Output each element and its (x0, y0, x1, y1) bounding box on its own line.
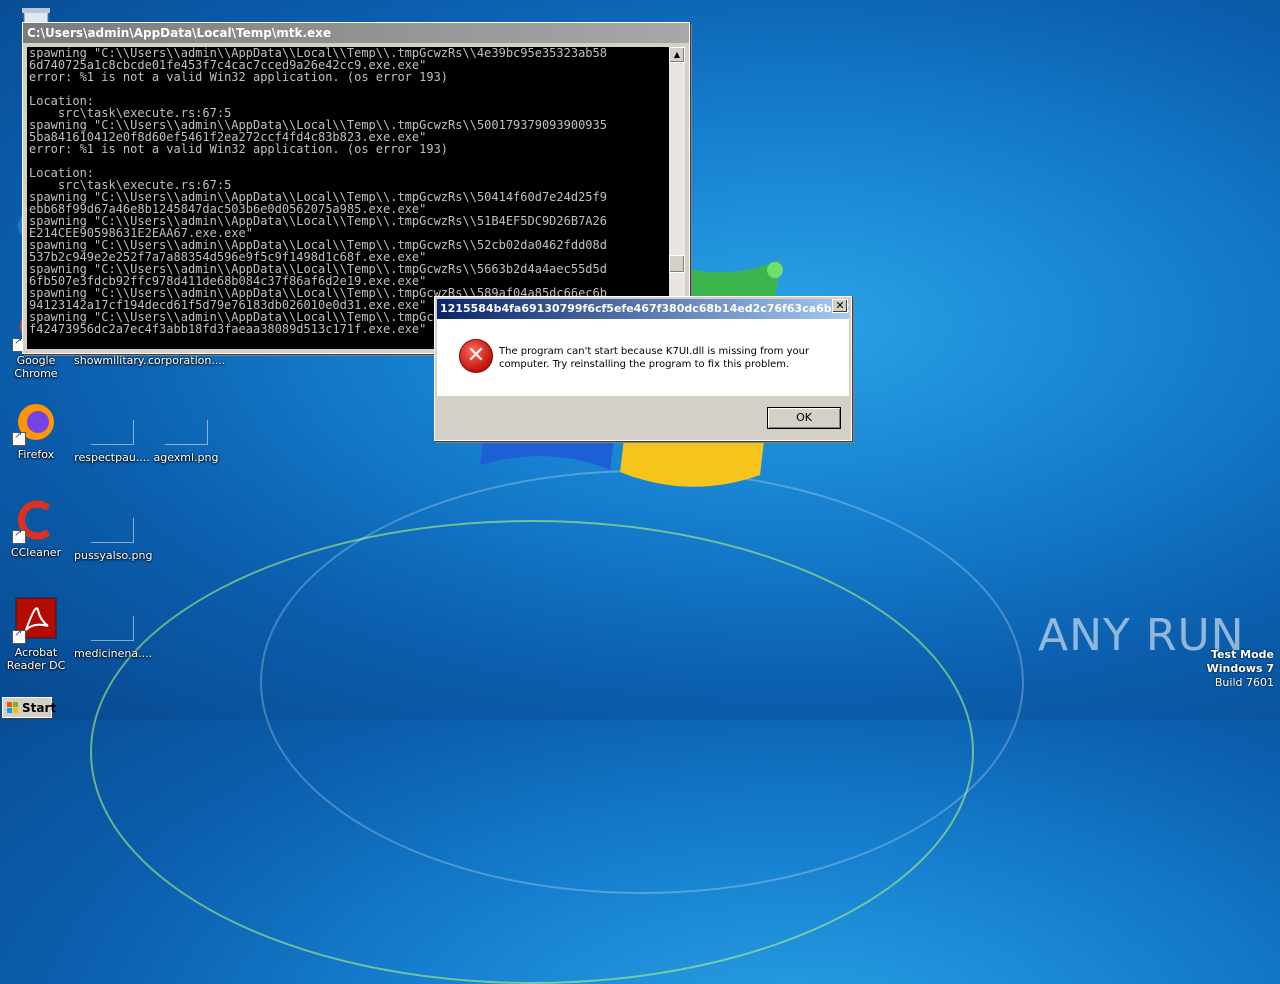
ok-button[interactable]: OK (767, 407, 841, 429)
desktop-icon-label: agexml.png (153, 451, 219, 464)
shortcut-arrow-icon (12, 528, 26, 544)
desktop-icon-label: medicinena.... (74, 647, 153, 660)
console-title[interactable]: C:\Users\admin\AppData\Local\Temp\mtk.ex… (23, 23, 689, 43)
desktop-icon-label: corporation.... (148, 354, 226, 367)
file-icon (90, 616, 134, 641)
file-icon (90, 420, 134, 445)
desktop-icon-image[interactable]: pussyalso.png (74, 502, 153, 562)
test-mode-label: Test Mode (1211, 648, 1274, 661)
desktop-icon-label: Acrobat Reader DC (6, 646, 66, 672)
build-label: Build 7601 (1214, 676, 1274, 689)
shortcut-arrow-icon (12, 430, 26, 446)
error-icon: ✕ (459, 339, 493, 373)
windows-flag-icon (7, 702, 18, 713)
scroll-thumb[interactable] (669, 255, 685, 273)
start-label: Start (22, 701, 57, 715)
test-mode-notice: Test Mode Windows 7 Build 7601 (1207, 648, 1274, 690)
dialog-close-button[interactable]: ✕ (832, 299, 848, 313)
wallpaper-swoosh (260, 470, 1024, 894)
firefox-icon (12, 398, 60, 446)
error-dialog[interactable]: 1215584b4fa69130799f6cf5efe467f380dc68b1… (434, 296, 852, 441)
image-file-icon (90, 518, 134, 543)
acrobat-icon (12, 596, 60, 644)
os-label: Windows 7 (1206, 662, 1274, 675)
dialog-title-text: 1215584b4fa69130799f6cf5efe467f380dc68b1… (440, 302, 849, 315)
desktop-icon-label: Firefox (17, 448, 55, 461)
desktop-icon-acrobat[interactable]: Acrobat Reader DC (0, 596, 74, 672)
dialog-title[interactable]: 1215584b4fa69130799f6cf5efe467f380dc68b1… (437, 299, 849, 319)
image-file-icon (164, 420, 208, 445)
console-line: error: %1 is not a valid Win32 applicati… (29, 70, 449, 84)
desktop-icon-label: pussyalso.png (74, 549, 153, 562)
desktop-icon-label: Google Chrome (14, 354, 58, 380)
console-line: error: %1 is not a valid Win32 applicati… (29, 142, 449, 156)
dialog-message: The program can't start because K7UI.dll… (499, 346, 810, 370)
desktop-icon-firefox[interactable]: Firefox (0, 398, 74, 461)
desktop-icon-file[interactable]: respectpau.... (74, 404, 150, 464)
ccleaner-icon (12, 496, 60, 544)
desktop-icon-label: showmilitary.... (74, 354, 157, 367)
desktop-icon-label: CCleaner (10, 546, 62, 559)
desktop-icon-ccleaner[interactable]: CCleaner (0, 496, 74, 559)
desktop-icon-image[interactable]: agexml.png (148, 404, 224, 464)
desktop-icon-label: respectpau.... (74, 451, 150, 464)
start-button[interactable]: Start (2, 697, 56, 718)
scroll-up-button[interactable]: ▲ (669, 47, 685, 63)
shortcut-arrow-icon (12, 628, 26, 644)
dialog-body: ✕ The program can't start because K7UI.d… (437, 319, 849, 396)
desktop-icon-file[interactable]: medicinena.... (74, 600, 153, 660)
